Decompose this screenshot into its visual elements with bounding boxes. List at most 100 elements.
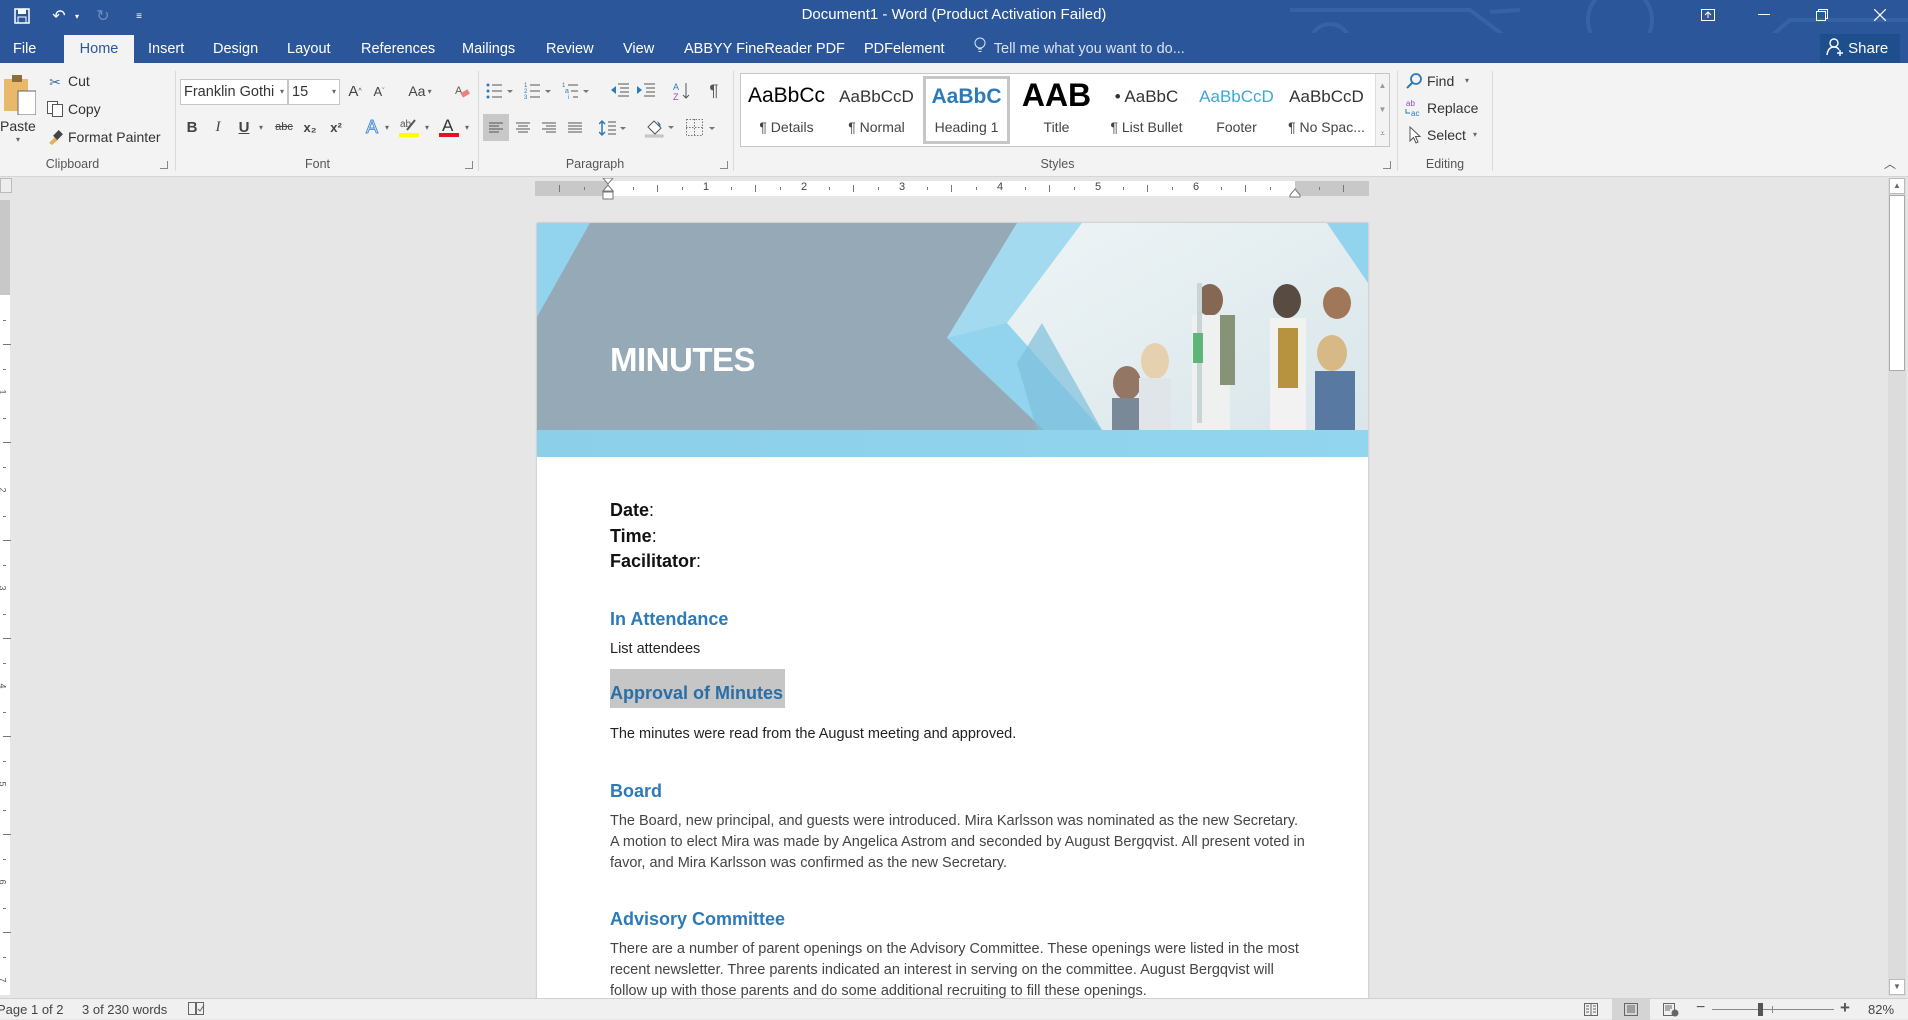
underline-dropdown-icon[interactable]: ▾ [256,121,266,133]
share-button[interactable]: Share [1820,34,1900,63]
tab-design[interactable]: Design [202,35,269,63]
restore-icon[interactable] [1794,0,1850,30]
clipboard-dialog-launcher[interactable] [160,161,168,169]
text-effects-button[interactable]: A [362,116,382,138]
line-spacing-button[interactable] [597,114,631,141]
increase-indent-button[interactable] [635,80,657,102]
highlight-dropdown-icon[interactable]: ▾ [422,121,432,133]
body-approval-of-minutes[interactable]: The minutes were read from the August me… [610,724,1310,745]
find-dropdown-icon[interactable]: ▾ [1465,76,1469,85]
style-title[interactable]: AAB Title [1013,76,1100,144]
align-center-button[interactable] [510,114,536,141]
facilitator-field[interactable]: Facilitator: [610,551,701,572]
body-board[interactable]: The Board, new principal, and guests wer… [610,811,1310,874]
tab-view[interactable]: View [612,35,665,63]
zoom-slider[interactable] [1712,1006,1834,1013]
tell-me-search[interactable]: Tell me what you want to do... [974,35,1185,63]
multilevel-list-button[interactable]: 1ai [562,80,592,102]
body-in-attendance[interactable]: List attendees [610,639,1310,660]
font-size-dropdown-icon[interactable]: ▾ [332,80,336,104]
styles-dialog-launcher[interactable] [1383,161,1391,169]
style-normal[interactable]: AaBbCcD ¶ Normal [833,76,920,144]
collapse-ribbon-icon[interactable]: ︿ [1880,155,1900,171]
styles-more-icon[interactable]: ⩡ [1375,122,1389,146]
style-footer[interactable]: AaBbCcD Footer [1193,76,1280,144]
heading-board[interactable]: Board [610,781,662,802]
scroll-down-icon[interactable]: ▼ [1889,979,1905,995]
highlight-button[interactable]: ab [398,115,420,139]
zoom-level[interactable]: 82% [1868,1002,1894,1017]
time-field[interactable]: Time: [610,526,657,547]
body-advisory-committee[interactable]: There are a number of parent openings on… [610,939,1310,1002]
tab-abbyy-finereader[interactable]: ABBYY FineReader PDF [673,35,856,63]
heading-in-attendance[interactable]: In Attendance [610,609,728,630]
tab-review[interactable]: Review [535,35,605,63]
print-layout-button[interactable] [1612,999,1650,1020]
scrollbar-thumb[interactable] [1889,195,1905,371]
style-no-spacing[interactable]: AaBbCcD ¶ No Spac... [1283,76,1370,144]
right-indent-marker-icon[interactable] [1289,188,1301,198]
italic-button[interactable]: I [209,117,227,137]
minimize-icon[interactable] [1736,0,1792,30]
align-left-button[interactable] [483,114,509,141]
font-name-combobox[interactable]: Franklin Gothi ▾ [180,79,288,105]
change-case-button[interactable]: Aa ▾ [404,81,436,101]
font-dialog-launcher[interactable] [465,161,473,169]
zoom-slider-thumb[interactable] [1758,1003,1763,1016]
bullets-button[interactable] [486,80,516,102]
paste-dropdown-icon[interactable]: ▾ [16,135,20,144]
clear-formatting-button[interactable]: A [452,81,472,101]
tab-references[interactable]: References [350,35,446,63]
tab-home[interactable]: Home [64,35,134,63]
word-count[interactable]: 3 of 230 words [82,1002,167,1017]
ribbon-display-options-icon[interactable] [1680,0,1736,30]
subscript-button[interactable]: x₂ [300,117,320,137]
superscript-button[interactable]: x² [326,117,346,137]
close-icon[interactable] [1852,0,1908,30]
document-page[interactable]: MINUTES Date: Time: Facilitator: In Atte… [537,223,1368,1003]
font-name-dropdown-icon[interactable]: ▾ [280,80,284,104]
text-effects-dropdown-icon[interactable]: ▾ [382,121,392,133]
proofing-icon[interactable] [188,1001,206,1019]
horizontal-ruler[interactable]: 1 2 3 4 5 6 [535,178,1369,200]
style-heading-1[interactable]: AaBbC Heading 1 [923,76,1010,144]
vertical-ruler[interactable]: 1 2 3 4 5 6 7 [0,200,11,995]
styles-scroll-down-icon[interactable]: ▼ [1375,98,1389,122]
borders-button[interactable] [685,114,719,141]
styles-scroll-up-icon[interactable]: ▲ [1375,74,1389,98]
zoom-out-button[interactable]: − [1696,999,1705,1017]
page-count[interactable]: Page 1 of 2 [0,1002,64,1017]
web-layout-button[interactable] [1652,999,1690,1020]
date-field[interactable]: Date: [610,500,654,521]
tab-pdfelement[interactable]: PDFelement [853,35,956,63]
bold-button[interactable]: B [183,117,201,137]
heading-approval-of-minutes[interactable]: Approval of Minutes [610,669,785,708]
tab-insert[interactable]: Insert [137,35,195,63]
paste-button[interactable]: Paste ▾ [0,71,36,145]
justify-button[interactable] [562,114,588,141]
underline-button[interactable]: U [235,117,253,137]
vertical-scrollbar[interactable]: ▲ ▼ [1888,178,1906,996]
grow-font-button[interactable]: A ^ [346,81,364,101]
read-mode-button[interactable] [1572,999,1610,1020]
heading-advisory-committee[interactable]: Advisory Committee [610,909,785,930]
tab-selector[interactable] [0,178,12,193]
tab-file[interactable]: File [2,35,47,63]
style-details[interactable]: AaBbCc ¶ Details [743,76,830,144]
sort-button[interactable]: AZ [671,80,693,102]
indent-marker-icon[interactable] [602,178,614,206]
decrease-indent-button[interactable] [609,80,631,102]
tab-mailings[interactable]: Mailings [451,35,526,63]
show-formatting-marks-button[interactable]: ¶ [704,80,724,102]
tab-layout[interactable]: Layout [276,35,342,63]
style-list-bullet[interactable]: • AaBbC ¶ List Bullet [1103,76,1190,144]
shrink-font-button[interactable]: Aˇ [370,81,388,101]
numbering-button[interactable]: 123 [524,80,554,102]
strikethrough-button[interactable]: abc [272,117,296,137]
scroll-up-icon[interactable]: ▲ [1889,178,1905,194]
zoom-in-button[interactable]: + [1840,998,1850,1018]
align-right-button[interactable] [536,114,562,141]
font-color-button[interactable]: A [438,115,460,139]
font-size-combobox[interactable]: 15 ▾ [288,79,340,105]
paragraph-dialog-launcher[interactable] [720,161,728,169]
